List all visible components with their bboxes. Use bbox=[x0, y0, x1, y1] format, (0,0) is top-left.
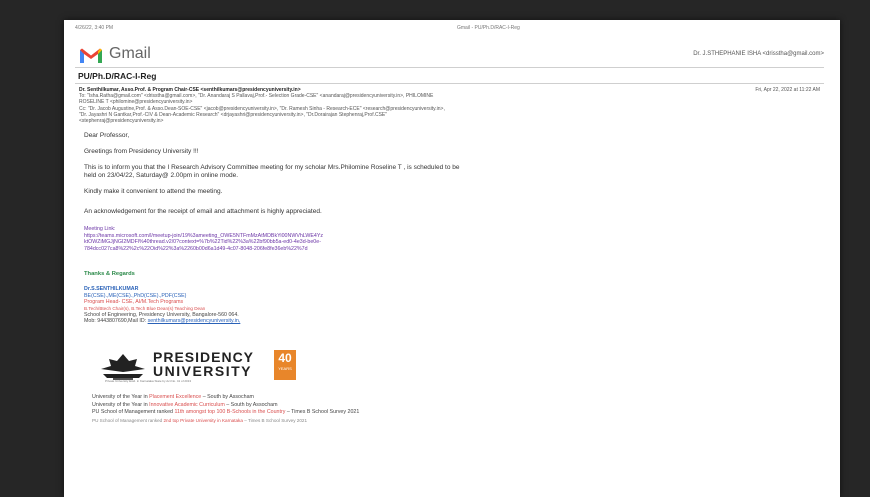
logo-text-presidency: PRESIDENCY bbox=[153, 349, 255, 365]
gmail-wordmark: Gmail bbox=[109, 45, 151, 62]
award-line: PU School of Management ranked 2nd top P… bbox=[92, 417, 308, 423]
email-print-page: 4/26/22, 3:40 PM Gmail - PU/Ph.D/RAC-I-R… bbox=[64, 20, 840, 497]
university-logo: PRESIDENCY UNIVERSITY Private University… bbox=[99, 350, 329, 384]
logo-text-university: UNIVERSITY bbox=[153, 363, 253, 379]
university-emblem-icon bbox=[101, 354, 145, 380]
email-body: Dear Professor, Greetings from Presidenc… bbox=[84, 132, 784, 325]
viewer-background: 4/26/22, 3:40 PM Gmail - PU/Ph.D/RAC-I-R… bbox=[0, 0, 870, 497]
signature-contact: Mob: 9443807690,Mail ID: senthilkumars@p… bbox=[84, 318, 241, 325]
signature-email-link[interactable]: senthilkumars@presidencyuniversity.in, bbox=[148, 318, 241, 324]
divider bbox=[75, 83, 824, 84]
print-header: 4/26/22, 3:40 PM Gmail - PU/Ph.D/RAC-I-R… bbox=[75, 25, 824, 33]
print-title: Gmail - PU/Ph.D/RAC-I-Reg bbox=[457, 25, 520, 31]
gmail-header: Gmail Dr. J.STHEPHANIE ISHA <drisstha@gm… bbox=[75, 44, 824, 66]
paragraph: An acknowledgement for the receipt of em… bbox=[84, 208, 322, 215]
meeting-label: Meeting Link: bbox=[84, 226, 116, 232]
award-line: University of the Year in Innovative Aca… bbox=[92, 401, 278, 408]
email-header-meta: Dr. Senthilkumar, Asso.Prof. & Program C… bbox=[79, 87, 619, 124]
paragraph: This is to inform you that the I Researc… bbox=[84, 164, 460, 171]
greeting: Greetings from Presidency University !!! bbox=[84, 148, 199, 155]
sender: Dr. Senthilkumar, Asso.Prof. & Program C… bbox=[79, 87, 301, 93]
salutation: Dear Professor, bbox=[84, 132, 130, 139]
cc-line: <stephenraj@presidencyuniversity.in> bbox=[79, 118, 164, 125]
award-line: University of the Year in Placement Exce… bbox=[92, 394, 254, 400]
paragraph: Kindly make it convenient to attend the … bbox=[84, 188, 223, 195]
print-datetime: 4/26/22, 3:40 PM bbox=[75, 25, 114, 31]
award-line: PU School of Management ranked 11th amon… bbox=[92, 409, 360, 416]
account-email: Dr. J.STHEPHANIE ISHA <drisstha@gmail.co… bbox=[693, 51, 824, 57]
email-date: Fri, Apr 22, 2022 at 11:22 AM bbox=[755, 87, 820, 93]
meeting-link[interactable]: https://teams.microsoft.com/l/meetup-joi… bbox=[84, 233, 784, 240]
badge-number: 40 bbox=[278, 351, 292, 365]
logo-tagline: Private University Estd. in Karnataka St… bbox=[105, 379, 192, 383]
footer-awards: University of the Year in Placement Exce… bbox=[92, 394, 792, 424]
gmail-logo-icon bbox=[79, 48, 103, 64]
divider bbox=[75, 67, 824, 68]
badge-text: YEARS bbox=[278, 366, 292, 371]
email-subject: PU/Ph.D/RAC-I-Reg bbox=[78, 71, 157, 81]
meeting-link[interactable]: ktOWZiMGJjNGI2MDFl%40thread.v2/0?context… bbox=[84, 239, 784, 246]
anniversary-badge: 40 YEARS bbox=[274, 350, 296, 380]
paragraph: held on 23/04/22, Saturday@ 2.00pm in on… bbox=[84, 172, 239, 179]
signature-regards: Thanks & Regards bbox=[84, 271, 135, 278]
meeting-link[interactable]: 784dcc027ca8%22%2c%22Oid%22%3a%2260b00d6… bbox=[84, 246, 784, 253]
